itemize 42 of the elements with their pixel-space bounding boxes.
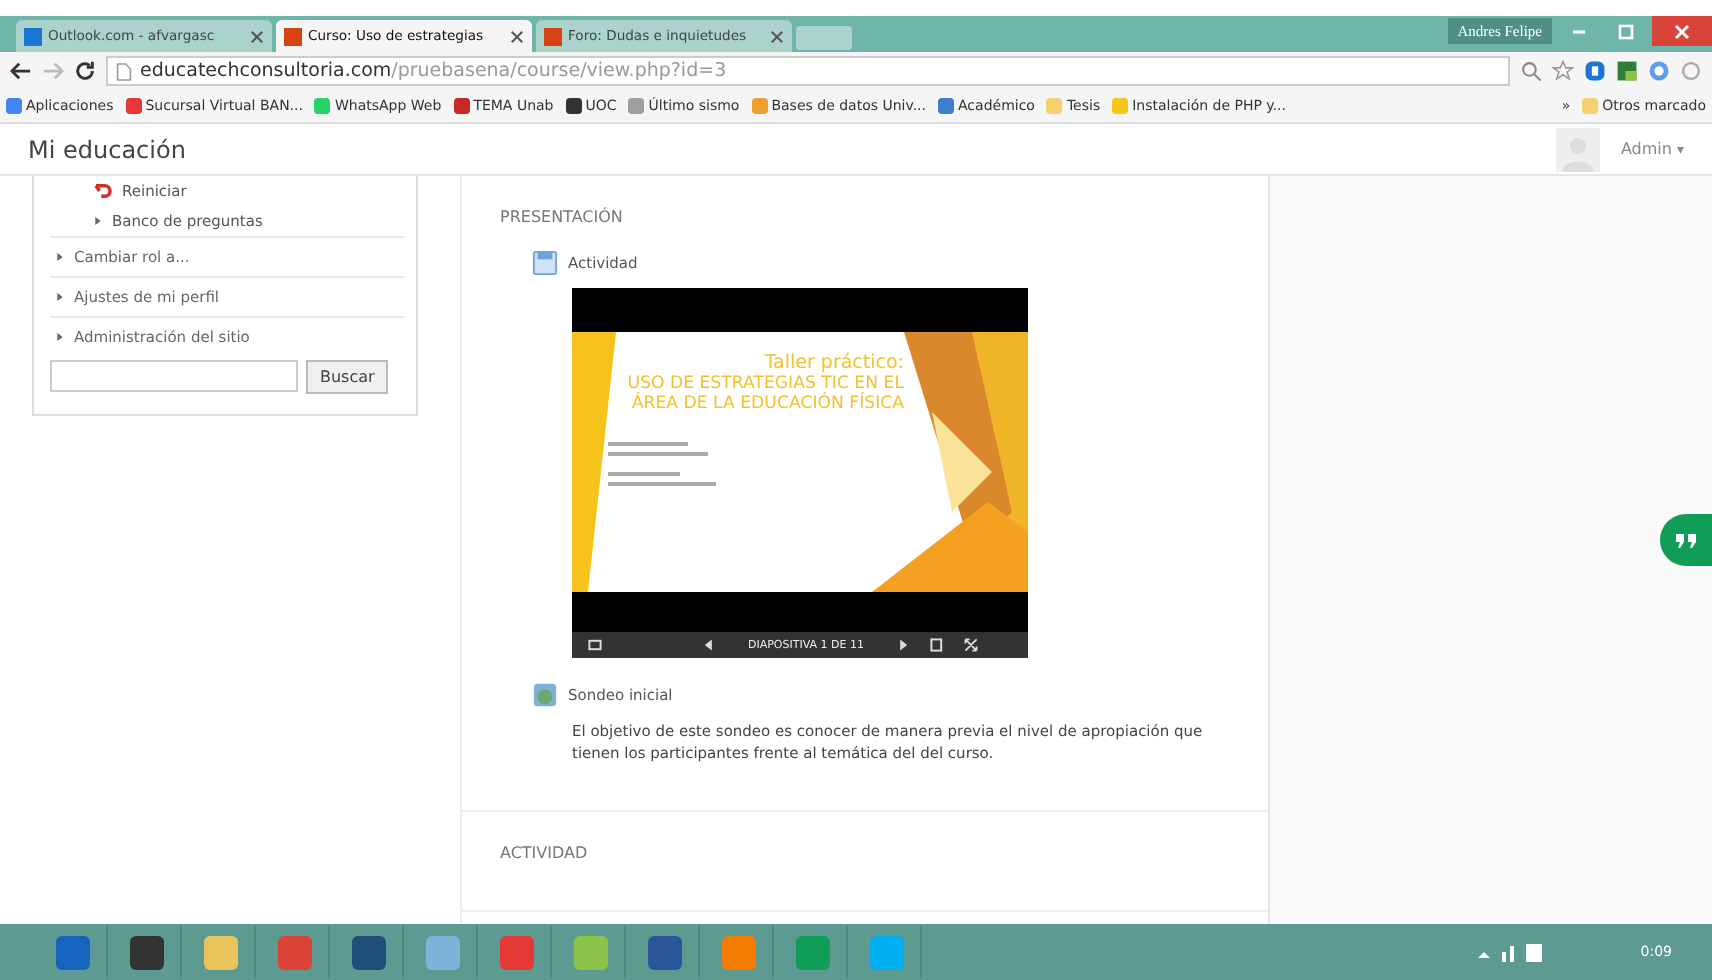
- expand-icon: [56, 332, 64, 342]
- notes-icon[interactable]: [588, 638, 602, 652]
- extension-icon[interactable]: [1680, 60, 1702, 82]
- address-bar[interactable]: educatechconsultoria.com/pruebasena/course/view.php?id=3: [106, 56, 1510, 86]
- survey-icon: [532, 682, 558, 708]
- fullscreen-icon[interactable]: [964, 638, 978, 652]
- star-icon[interactable]: [1552, 60, 1574, 82]
- close-icon[interactable]: [510, 29, 524, 43]
- extension-icon[interactable]: [1584, 60, 1606, 82]
- reload-icon[interactable]: [74, 60, 96, 82]
- quote-icon: [1674, 530, 1698, 550]
- minimize-icon: [1571, 29, 1585, 33]
- extension-icon[interactable]: [1616, 60, 1638, 82]
- maximize-icon: [1616, 21, 1636, 41]
- expand-icon: [94, 216, 102, 226]
- back-icon[interactable]: [10, 60, 32, 82]
- site-title[interactable]: Mi educación: [28, 135, 186, 163]
- section-title: PRESENTACIÓN: [500, 208, 625, 226]
- close-button[interactable]: [1652, 16, 1712, 46]
- close-icon: [1672, 21, 1692, 41]
- slide-heading: ÁREA DE LA EDUCACIÓN FÍSICA: [631, 394, 904, 414]
- extension-icon[interactable]: [1648, 60, 1670, 82]
- reset-icon: [94, 184, 112, 198]
- page-icon: [532, 250, 558, 276]
- view-icon[interactable]: [930, 638, 944, 652]
- expand-icon: [56, 292, 64, 302]
- site-icon: [544, 27, 562, 45]
- close-icon[interactable]: [250, 29, 264, 43]
- search-field[interactable]: [50, 360, 298, 392]
- previous-icon[interactable]: [702, 638, 716, 652]
- slide-title: Taller práctico:: [764, 352, 904, 374]
- slide-heading: USO DE ESTRATEGIAS TIC EN EL: [627, 374, 904, 394]
- forward-icon[interactable]: [42, 60, 64, 82]
- expand-icon: [56, 252, 64, 262]
- mail-icon: [24, 27, 42, 45]
- chat-button[interactable]: [1660, 514, 1712, 566]
- search-icon[interactable]: [1520, 60, 1542, 82]
- search-button[interactable]: Buscar: [306, 360, 389, 394]
- site-icon: [284, 27, 302, 45]
- section-title: ACTIVIDAD: [500, 843, 590, 861]
- close-icon[interactable]: [770, 29, 784, 43]
- next-icon[interactable]: [896, 638, 910, 652]
